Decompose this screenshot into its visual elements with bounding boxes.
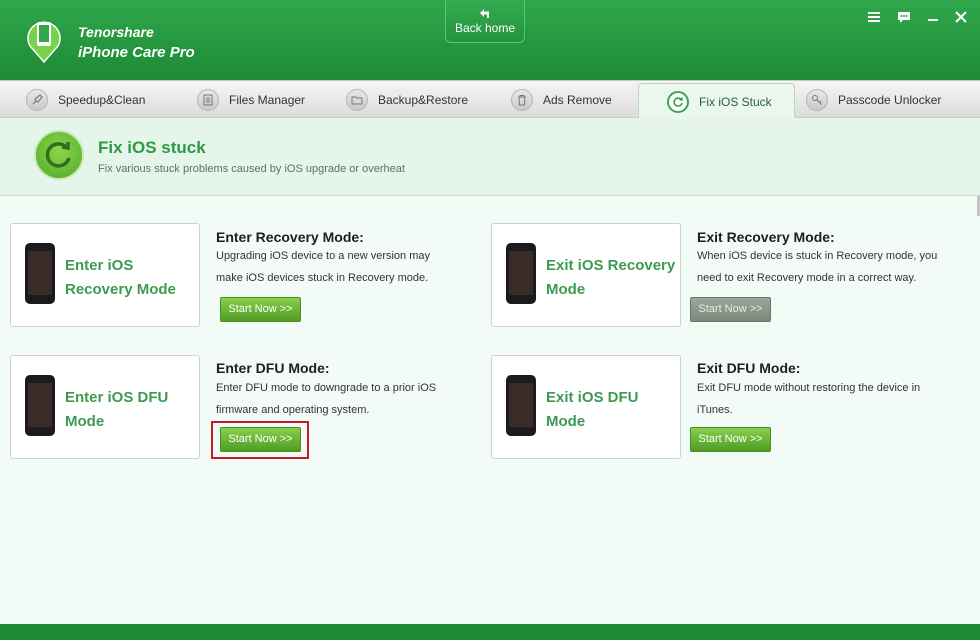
enter-dfu-card[interactable]: Enter iOS DFU Mode bbox=[10, 355, 200, 459]
tab-files-manager[interactable]: Files Manager bbox=[197, 81, 305, 118]
minimize-icon[interactable] bbox=[925, 9, 941, 25]
tab-label: Files Manager bbox=[229, 92, 306, 107]
tab-fix-ios-stuck[interactable]: Fix iOS Stuck bbox=[638, 83, 795, 120]
tab-speedup-clean[interactable]: Speedup&Clean bbox=[26, 81, 145, 118]
mode-description: When iOS device is stuck in Recovery mod… bbox=[697, 250, 938, 284]
app-logo-icon bbox=[27, 21, 61, 64]
back-home-button[interactable]: Back home bbox=[445, 0, 525, 43]
title-bar: Tenorshare iPhone Care Pro Back home bbox=[0, 0, 980, 80]
fix-ios-refresh-icon bbox=[34, 130, 84, 180]
trash-icon bbox=[511, 88, 533, 111]
enter-recovery-card[interactable]: Enter iOS Recovery Mode bbox=[10, 223, 200, 327]
tab-label: Passcode Unlocker bbox=[838, 92, 942, 107]
back-arrow-icon bbox=[480, 9, 489, 18]
folder-icon bbox=[346, 88, 368, 111]
key-icon bbox=[806, 88, 828, 111]
mode-description: Exit DFU mode without restoring the devi… bbox=[697, 382, 921, 416]
mode-title: Enter Recovery Mode: bbox=[216, 229, 364, 245]
mode-description: Upgrading iOS device to a new version ma… bbox=[216, 250, 430, 284]
back-home-label: Back home bbox=[454, 21, 516, 35]
exit-recovery-start-button[interactable]: Start Now >> bbox=[690, 297, 771, 322]
page-title: Fix iOS stuck bbox=[98, 138, 206, 157]
product-name: iPhone Care Pro bbox=[78, 44, 195, 61]
mode-title: Exit DFU Mode: bbox=[697, 360, 801, 376]
footer-bar bbox=[0, 624, 980, 640]
enter-dfu-start-button[interactable]: Start Now >> bbox=[220, 427, 301, 452]
exit-dfu-start-button[interactable]: Start Now >> bbox=[690, 427, 771, 452]
card-title: Exit iOS Recovery Mode bbox=[546, 257, 676, 298]
page-subtitle: Fix various stuck problems caused by iOS… bbox=[98, 163, 405, 175]
iphone-icon bbox=[25, 375, 55, 436]
brand-name: Tenorshare bbox=[78, 24, 154, 40]
iphone-icon bbox=[506, 243, 536, 304]
tab-ads-remove[interactable]: Ads Remove bbox=[511, 81, 612, 118]
tab-bar: Speedup&Clean Files Manager Backup&Resto… bbox=[0, 80, 980, 120]
iphone-icon bbox=[506, 375, 536, 436]
card-title: Exit iOS DFU Mode bbox=[546, 389, 639, 430]
exit-recovery-card[interactable]: Exit iOS Recovery Mode bbox=[491, 223, 681, 327]
tab-passcode-unlocker[interactable]: Passcode Unlocker bbox=[806, 81, 941, 118]
menu-icon[interactable] bbox=[866, 9, 882, 25]
tab-label: Backup&Restore bbox=[378, 92, 469, 107]
tab-label: Speedup&Clean bbox=[58, 92, 146, 107]
files-icon bbox=[197, 88, 219, 111]
section-header: Fix iOS stuck Fix various stuck problems… bbox=[0, 118, 980, 196]
tab-label: Fix iOS Stuck bbox=[699, 95, 772, 109]
mode-title: Exit Recovery Mode: bbox=[697, 229, 835, 245]
card-title: Enter iOS DFU Mode bbox=[65, 389, 169, 430]
mode-description: Enter DFU mode to downgrade to a prior i… bbox=[216, 382, 437, 416]
rocket-icon bbox=[26, 88, 48, 111]
mode-title: Enter DFU Mode: bbox=[216, 360, 330, 376]
enter-recovery-start-button[interactable]: Start Now >> bbox=[220, 297, 301, 322]
iphone-icon bbox=[25, 243, 55, 304]
refresh-icon bbox=[667, 91, 689, 113]
card-title: Enter iOS Recovery Mode bbox=[65, 257, 176, 298]
exit-dfu-card[interactable]: Exit iOS DFU Mode bbox=[491, 355, 681, 459]
feedback-icon[interactable] bbox=[896, 9, 912, 25]
tab-backup-restore[interactable]: Backup&Restore bbox=[346, 81, 468, 118]
close-icon[interactable] bbox=[953, 9, 969, 25]
tab-label: Ads Remove bbox=[543, 92, 612, 107]
